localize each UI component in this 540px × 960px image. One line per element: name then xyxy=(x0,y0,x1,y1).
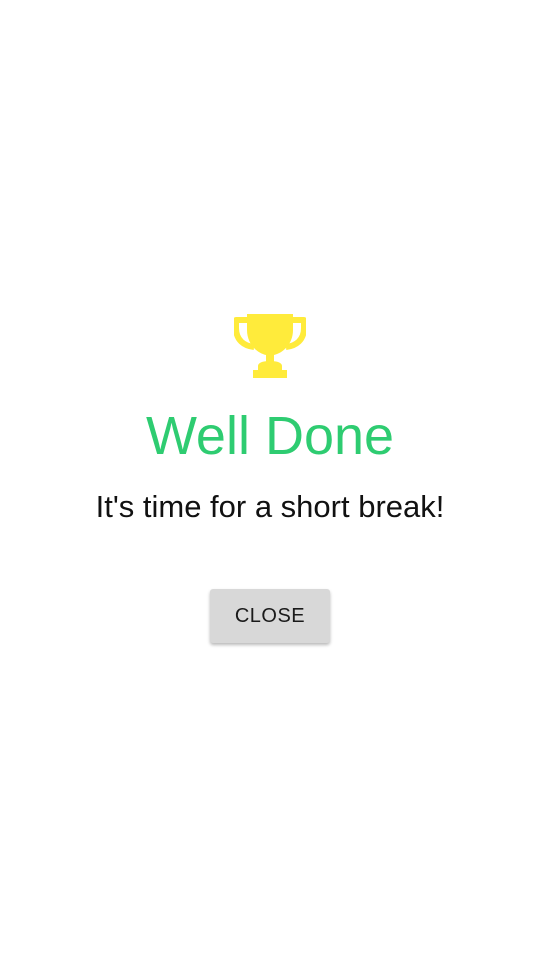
break-reminder-screen: Well Done It's time for a short break! C… xyxy=(0,0,540,960)
dialog-title: Well Done xyxy=(145,406,395,466)
trophy-icon xyxy=(234,312,306,378)
dialog-message: It's time for a short break! xyxy=(95,489,445,524)
close-button[interactable]: CLOSE xyxy=(210,589,330,643)
